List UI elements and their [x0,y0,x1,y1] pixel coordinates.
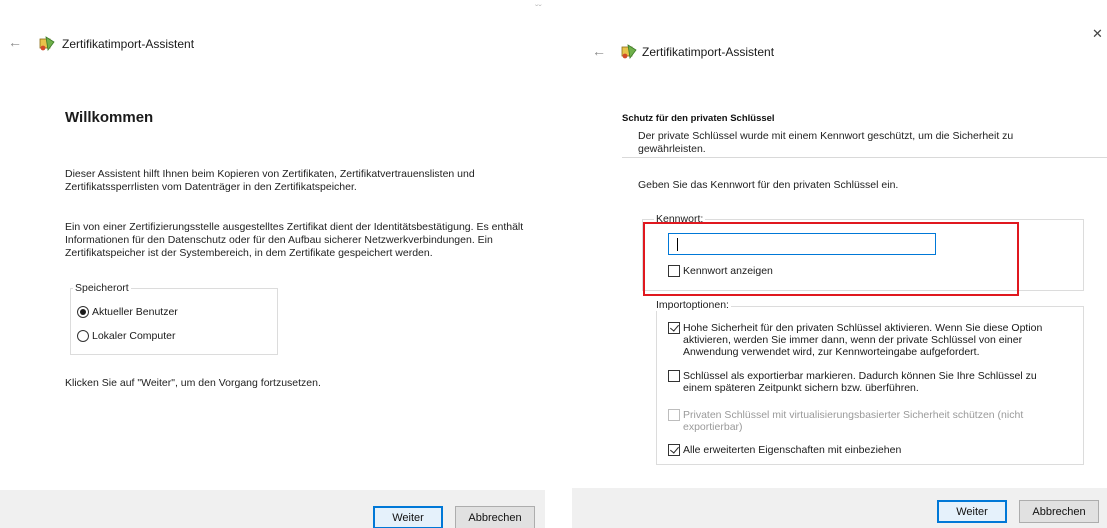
checkbox[interactable] [668,409,680,421]
storage-location-legend: Speicherort [73,282,131,294]
next-button[interactable]: Weiter [937,500,1007,523]
wizard-title: Zertifikatimport-Assistent [62,37,195,51]
cancel-button[interactable]: Abbrechen [1019,500,1099,523]
page-heading: Willkommen [65,109,154,126]
radio-local-computer[interactable]: Lokaler Computer [77,330,175,342]
certificate-wizard-icon [39,36,55,52]
option-virtualization-security[interactable]: Privaten Schlüssel mit virtualisierungsb… [668,409,1058,433]
close-icon[interactable]: ✕ [1092,26,1103,42]
checkbox-label: Hohe Sicherheit für den privaten Schlüss… [683,322,1043,358]
continue-hint: Klicken Sie auf "Weiter", um den Vorgang… [65,377,321,389]
option-extended-properties[interactable]: Alle erweiterten Eigenschaften mit einbe… [668,444,1058,456]
resize-grip-icon: ˇˇ [535,4,542,15]
left-wizard-window: ← Zertifikatimport-Assistent Willkommen … [0,0,545,528]
wizard-footer: Weiter Abbrechen [572,488,1107,528]
checkbox[interactable] [668,444,680,456]
cancel-button[interactable]: Abbrechen [455,506,535,528]
window-gap [545,0,572,528]
import-options-legend: Importoptionen: [654,299,731,311]
password-instruction: Geben Sie das Kennwort für den privaten … [638,179,899,191]
wizard-title: Zertifikatimport-Assistent [642,45,775,59]
header-divider [622,157,1107,158]
checkbox[interactable] [668,370,680,382]
radio-label: Aktueller Benutzer [92,306,178,318]
checkbox-label: Privaten Schlüssel mit virtualisierungsb… [683,409,1024,433]
section-subtitle: Der private Schlüssel wurde mit einem Ke… [638,130,1014,155]
option-high-security[interactable]: Hohe Sicherheit für den privaten Schlüss… [668,322,1058,358]
radio-label: Lokaler Computer [92,330,176,342]
right-wizard-window: ✕ ← Zertifikatimport-Assistent Schutz fü… [572,0,1107,528]
certificate-wizard-icon [621,44,637,60]
checkbox-label: Schlüssel als exportierbar markieren. Da… [683,370,1037,394]
radio-current-user[interactable]: Aktueller Benutzer [77,306,178,318]
description-text: Ein von einer Zertifizierungsstelle ausg… [65,221,524,259]
option-exportable[interactable]: Schlüssel als exportierbar markieren. Da… [668,370,1058,394]
section-title: Schutz für den privaten Schlüssel [622,113,775,124]
intro-text: Dieser Assistent hilft Ihnen beim Kopier… [65,168,475,193]
wizard-footer: Weiter Abbrechen [0,490,545,528]
radio-button[interactable] [77,306,89,318]
checkbox-label: Alle erweiterten Eigenschaften mit einbe… [683,444,902,456]
next-button[interactable]: Weiter [373,506,443,528]
back-arrow-icon[interactable]: ← [592,43,606,59]
back-arrow-icon[interactable]: ← [8,34,22,50]
radio-button[interactable] [77,330,89,342]
highlight-frame [643,222,1019,296]
storage-location-group [70,288,278,355]
checkbox[interactable] [668,322,680,334]
